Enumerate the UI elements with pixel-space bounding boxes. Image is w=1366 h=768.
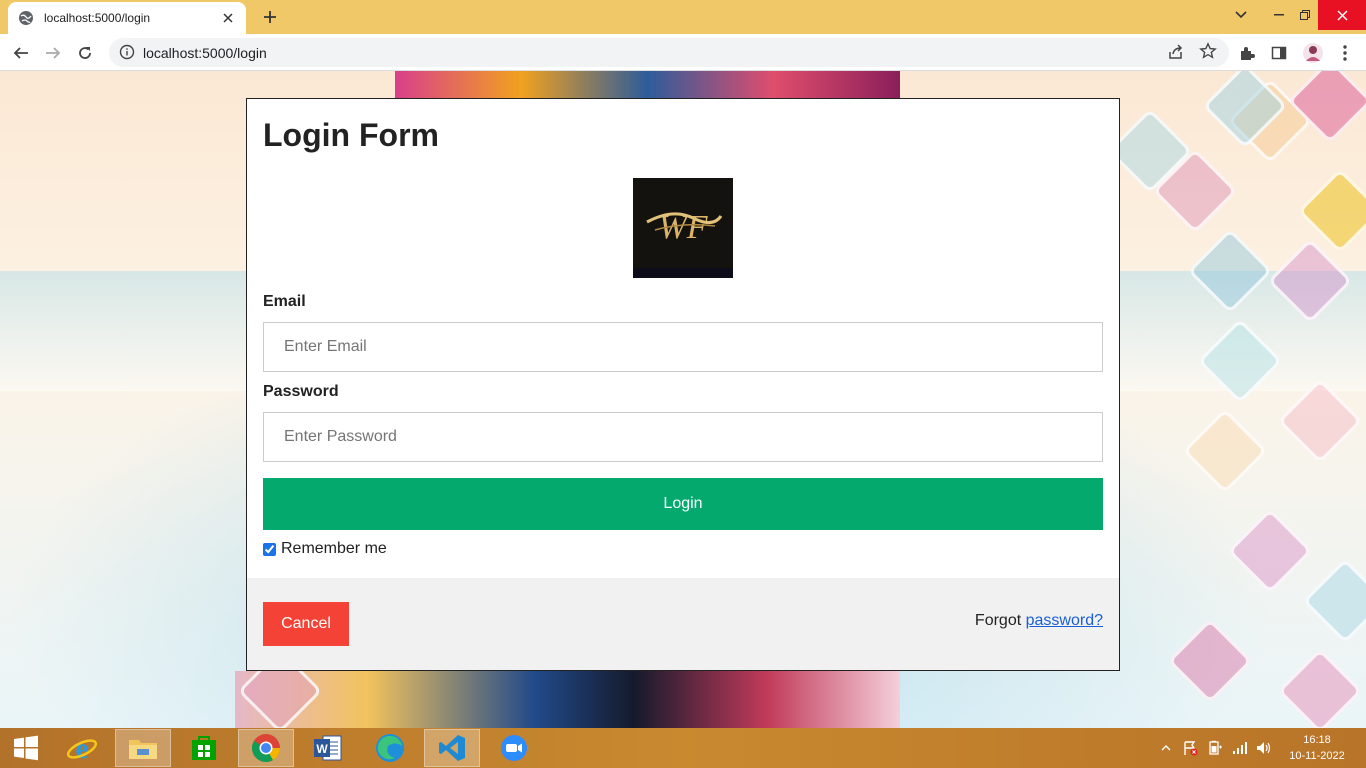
background-tile bbox=[1182, 408, 1268, 494]
menu-kebab-icon[interactable] bbox=[1332, 40, 1358, 66]
show-hidden-icons-chevron-icon[interactable] bbox=[1158, 728, 1174, 768]
battery-icon[interactable] bbox=[1205, 728, 1225, 768]
extensions-icon[interactable] bbox=[1234, 40, 1260, 66]
tab-title: localhost:5000/login bbox=[44, 11, 151, 25]
new-tab-button[interactable] bbox=[258, 5, 282, 29]
remember-me-checkbox[interactable] bbox=[263, 542, 276, 556]
flag-alert-icon[interactable] bbox=[1180, 728, 1200, 768]
page-title: Login Form bbox=[263, 117, 439, 153]
back-icon[interactable] bbox=[8, 40, 34, 66]
cancel-button[interactable]: Cancel bbox=[263, 602, 349, 646]
zoom-icon[interactable] bbox=[486, 729, 542, 767]
share-icon[interactable] bbox=[1167, 43, 1185, 61]
close-window-button[interactable] bbox=[1318, 0, 1366, 30]
background-artwork-top bbox=[395, 71, 900, 99]
background-tile bbox=[1227, 508, 1313, 594]
svg-text:e: e bbox=[75, 732, 88, 764]
internet-explorer-icon[interactable]: e bbox=[54, 729, 110, 767]
background-tile bbox=[1302, 558, 1366, 644]
word-icon[interactable]: W bbox=[300, 729, 356, 767]
info-icon[interactable] bbox=[119, 44, 135, 60]
login-modal: Login Form WF Email Password Login Remem… bbox=[246, 98, 1120, 671]
tab-close-icon[interactable] bbox=[220, 10, 236, 26]
forward-icon[interactable] bbox=[40, 40, 66, 66]
browser-toolbar: localhost:5000/login bbox=[0, 34, 1366, 71]
modal-footer: Cancel Forgot password? bbox=[247, 578, 1119, 670]
taskbar-clock[interactable]: 16:18 10-11-2022 bbox=[1280, 732, 1354, 764]
clock-date: 10-11-2022 bbox=[1289, 750, 1345, 762]
background-tile bbox=[1277, 378, 1363, 464]
browser-tabstrip: localhost:5000/login bbox=[0, 0, 1366, 34]
chrome-icon[interactable] bbox=[238, 729, 294, 767]
forgot-password: Forgot password? bbox=[975, 612, 1103, 630]
reload-icon[interactable] bbox=[72, 40, 98, 66]
email-field[interactable] bbox=[263, 322, 1103, 372]
globe-icon bbox=[18, 10, 34, 26]
url-text: localhost:5000/login bbox=[143, 45, 267, 61]
email-label: Email bbox=[263, 293, 306, 310]
remember-me-label: Remember me bbox=[281, 540, 387, 557]
password-label: Password bbox=[263, 383, 339, 400]
minimize-button[interactable] bbox=[1266, 0, 1292, 30]
background-tile bbox=[1167, 618, 1253, 704]
start-icon[interactable] bbox=[0, 729, 52, 767]
profile-avatar[interactable] bbox=[1300, 40, 1326, 66]
restore-button[interactable] bbox=[1292, 0, 1318, 30]
password-field[interactable] bbox=[263, 412, 1103, 462]
address-bar[interactable]: localhost:5000/login bbox=[109, 38, 1229, 67]
tab-search-chevron-icon[interactable] bbox=[1228, 0, 1254, 30]
bookmark-star-icon[interactable] bbox=[1199, 42, 1219, 62]
volume-icon[interactable] bbox=[1254, 728, 1274, 768]
svg-text:W: W bbox=[316, 742, 328, 756]
remember-me[interactable]: Remember me bbox=[263, 540, 387, 558]
windows-taskbar: e W 16:18 10-11-2022 bbox=[0, 728, 1366, 768]
edge-icon[interactable] bbox=[362, 729, 418, 767]
store-icon[interactable] bbox=[176, 729, 232, 767]
login-button[interactable]: Login bbox=[263, 478, 1103, 530]
clock-time: 16:18 bbox=[1303, 734, 1331, 746]
vscode-icon[interactable] bbox=[424, 729, 480, 767]
brand-logo: WF bbox=[633, 178, 733, 278]
browser-tab[interactable]: localhost:5000/login bbox=[8, 2, 246, 34]
side-panel-icon[interactable] bbox=[1266, 40, 1292, 66]
network-signal-icon[interactable] bbox=[1230, 728, 1250, 768]
forgot-password-link[interactable]: password? bbox=[1026, 612, 1103, 629]
background-artwork-bottom bbox=[235, 671, 900, 728]
file-explorer-icon[interactable] bbox=[115, 729, 171, 767]
forgot-text: Forgot bbox=[974, 612, 1022, 629]
background-tile bbox=[1277, 648, 1363, 728]
